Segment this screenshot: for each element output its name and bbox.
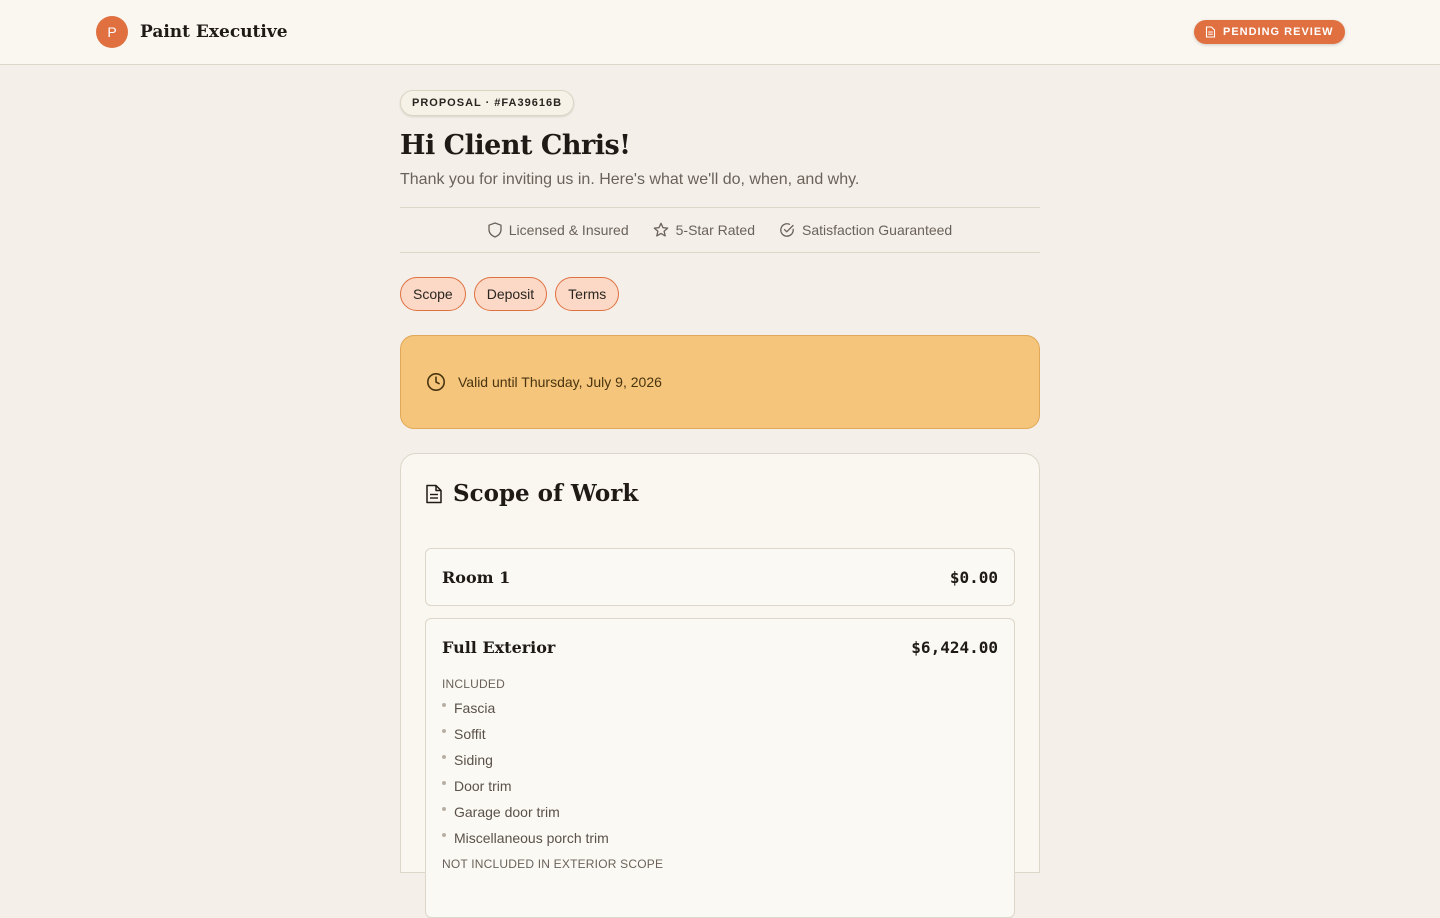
status-label: PENDING REVIEW bbox=[1223, 26, 1334, 38]
bullet-icon bbox=[442, 833, 446, 837]
status-badge: PENDING REVIEW bbox=[1194, 20, 1345, 44]
room-price: $6,424.00 bbox=[911, 637, 998, 657]
room-name: Room 1 bbox=[442, 567, 511, 587]
bullet-icon bbox=[442, 781, 446, 785]
scope-title: Scope of Work bbox=[453, 480, 639, 507]
validity-banner: Valid until Thursday, July 9, 2026 bbox=[400, 335, 1040, 429]
list-item: Soffit bbox=[442, 721, 998, 747]
document-icon bbox=[426, 484, 442, 503]
room-card[interactable]: Full Exterior $6,424.00 INCLUDED Fascia … bbox=[425, 618, 1015, 918]
scope-card: Scope of Work Room 1 $0.00 Full Exterior… bbox=[400, 453, 1040, 918]
section-tabs: Scope Deposit Terms bbox=[400, 277, 1040, 311]
trust-label: 5-Star Rated bbox=[675, 222, 755, 238]
clock-icon bbox=[427, 373, 445, 391]
trust-item-licensed: Licensed & Insured bbox=[488, 222, 629, 238]
validity-text: Valid until Thursday, July 9, 2026 bbox=[458, 374, 662, 390]
list-item: Garage door trim bbox=[442, 799, 998, 825]
tab-deposit[interactable]: Deposit bbox=[473, 277, 548, 311]
room-card[interactable]: Room 1 $0.00 bbox=[425, 548, 1015, 606]
page-subtitle: Thank you for inviting us in. Here's wha… bbox=[400, 171, 860, 188]
room-name: Full Exterior bbox=[442, 637, 556, 657]
trust-label: Satisfaction Guaranteed bbox=[802, 222, 953, 238]
room-header: Full Exterior $6,424.00 bbox=[442, 619, 998, 675]
room-price: $0.00 bbox=[949, 567, 998, 587]
list-item: Miscellaneous porch trim bbox=[442, 825, 998, 851]
brand[interactable]: P Paint Executive bbox=[96, 16, 288, 48]
list-item: Siding bbox=[442, 747, 998, 773]
included-list: Fascia Soffit Siding Door trim Garage do… bbox=[442, 695, 998, 851]
shield-icon bbox=[488, 222, 502, 238]
list-item: Door trim bbox=[442, 773, 998, 799]
tab-scope[interactable]: Scope bbox=[400, 277, 466, 311]
trust-item-rated: 5-Star Rated bbox=[653, 222, 755, 238]
star-icon bbox=[653, 222, 668, 237]
bullet-icon bbox=[442, 755, 446, 759]
tab-terms[interactable]: Terms bbox=[555, 277, 620, 311]
brand-name: Paint Executive bbox=[140, 22, 288, 42]
proposal-badge: PROPOSAL · #FA39616B bbox=[400, 90, 575, 116]
scope-header: Scope of Work bbox=[425, 480, 1015, 507]
excluded-label: NOT INCLUDED IN EXTERIOR SCOPE bbox=[442, 857, 664, 871]
proposal-main: PROPOSAL · #FA39616B Hi Client Chris! Th… bbox=[400, 65, 1040, 918]
bullet-icon bbox=[442, 703, 446, 707]
trust-row: Licensed & Insured 5-Star Rated Satisfac… bbox=[400, 207, 1040, 253]
check-circle-icon bbox=[780, 223, 794, 237]
document-icon bbox=[1205, 26, 1216, 38]
page-title: Hi Client Chris! bbox=[400, 130, 631, 161]
trust-item-guarantee: Satisfaction Guaranteed bbox=[779, 222, 952, 238]
included-label: INCLUDED bbox=[442, 677, 505, 691]
bullet-icon bbox=[442, 729, 446, 733]
brand-logo: P bbox=[96, 16, 128, 48]
bullet-icon bbox=[442, 807, 446, 811]
room-header: Room 1 $0.00 bbox=[442, 549, 998, 605]
trust-label: Licensed & Insured bbox=[508, 222, 629, 238]
list-item: Fascia bbox=[442, 695, 998, 721]
top-bar: P Paint Executive PENDING REVIEW bbox=[0, 0, 1440, 65]
